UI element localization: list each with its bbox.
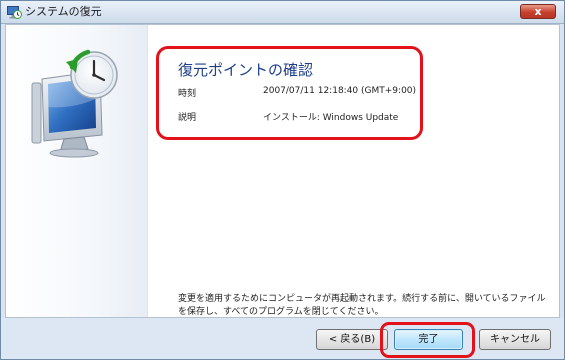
content-panel: 復元ポイントの確認 時刻 2007/07/11 12:18:40 (GMT+9:…	[5, 24, 560, 318]
left-pane	[6, 25, 148, 317]
description-label: 説明	[178, 113, 197, 123]
system-restore-icon	[7, 6, 22, 19]
title-bar[interactable]: システムの復元 x	[1, 1, 564, 24]
page-title: 復元ポイントの確認	[178, 61, 314, 79]
description-value: インストール: Windows Update	[263, 113, 399, 123]
close-button[interactable]: x	[520, 4, 556, 19]
system-restore-monitor-clock-icon	[31, 49, 118, 158]
cancel-button[interactable]: キャンセル	[479, 329, 551, 350]
close-icon: x	[534, 5, 542, 18]
finish-button-highlight	[380, 322, 475, 358]
time-label: 時刻	[178, 89, 197, 99]
window-title: システムの復元	[25, 5, 102, 18]
time-value: 2007/07/11 12:18:40 (GMT+9:00)	[263, 86, 417, 96]
back-button[interactable]: < 戻る(B)	[316, 329, 388, 350]
restart-warning-text: 変更を適用するためにコンピュータが再起動されます。続行する前に、開いているファイ…	[178, 294, 546, 317]
system-restore-window: システムの復元 x 復元ポイントの確認 時刻 2007/07/11 12:18:…	[0, 0, 565, 360]
